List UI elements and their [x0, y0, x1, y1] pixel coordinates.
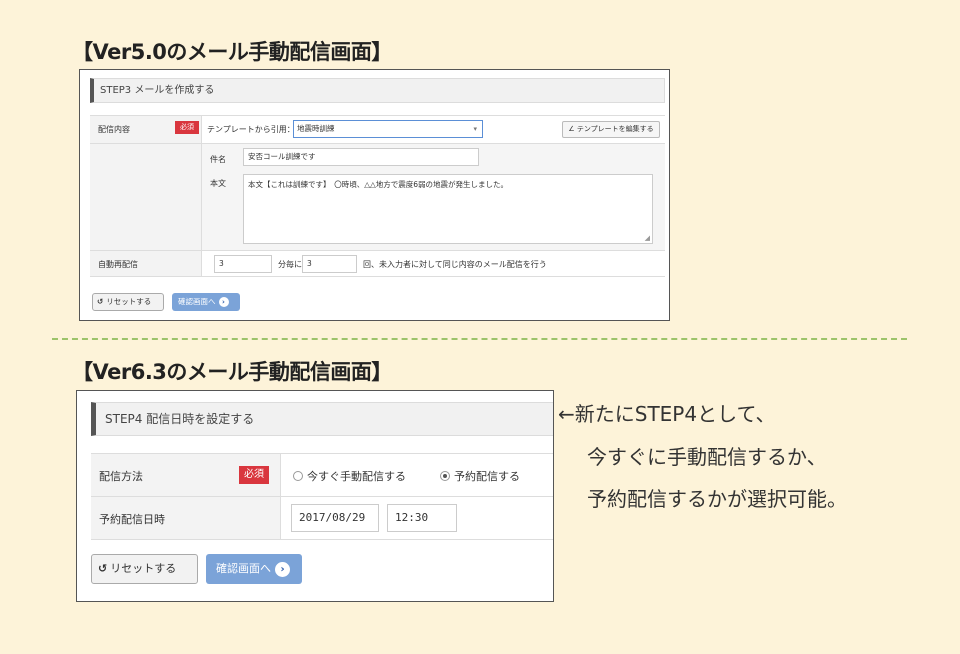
radio-icon	[293, 471, 303, 481]
chevron-down-icon: ▾	[473, 125, 477, 133]
v6-required-badge: 必須	[239, 466, 269, 484]
v6-schedule-label: 予約配信日時	[99, 513, 165, 526]
v5-screenshot: STEP3 メールを作成する 配信内容 必須 テンプレートから引用： 地震時訓練…	[79, 69, 670, 321]
v5-template-label: テンプレートから引用：	[207, 125, 295, 134]
section-heading-v5: 【Ver5.0のメール手動配信画面】	[72, 40, 392, 64]
annotation-line-1: ←新たにSTEP4として、	[558, 402, 776, 426]
v5-subject-input[interactable]: 安否コール訓練です	[243, 148, 479, 166]
v5-content-label: 配信内容	[98, 125, 130, 134]
radio-selected-icon	[440, 471, 450, 481]
v6-form: 配信方法 必須 今すぐ手動配信する 予約配信する 予約配信日時 2017/08/…	[91, 453, 553, 540]
v6-option-now[interactable]: 今すぐ手動配信する	[293, 468, 406, 484]
v6-step-title: STEP4 配信日時を設定する	[91, 402, 553, 436]
reset-icon: ↺	[97, 297, 104, 306]
resize-handle-icon[interactable]: ◢	[645, 234, 650, 242]
reset-icon: ↺	[98, 562, 108, 575]
arrow-right-circle-icon: ›	[275, 561, 290, 577]
v5-required-badge: 必須	[175, 121, 199, 134]
v6-confirm-button[interactable]: 確認画面へ ›	[206, 554, 302, 584]
v6-date-input[interactable]: 2017/08/29	[291, 504, 379, 532]
annotation-line-2: 今すぐに手動配信するか、	[587, 445, 827, 469]
v6-option-scheduled[interactable]: 予約配信する	[440, 468, 520, 484]
v5-body-label: 本文	[210, 179, 226, 188]
section-heading-v6: 【Ver6.3のメール手動配信画面】	[72, 360, 392, 384]
v6-time-input[interactable]: 12:30	[387, 504, 457, 532]
v5-body-textarea[interactable]: 本文【これは訓練です】 〇時頃、△△地方で震度6弱の地震が発生しました。 ◢	[243, 174, 653, 244]
v5-subject-label: 件名	[210, 155, 226, 164]
v5-reset-button[interactable]: ↺ リセットする	[92, 293, 164, 311]
v5-form: 配信内容 必須 テンプレートから引用： 地震時訓練 ▾ ∠ テンプレートを編集す…	[90, 115, 665, 277]
v5-edit-template-button[interactable]: ∠ テンプレートを編集する	[562, 121, 660, 138]
v6-screenshot: STEP4 配信日時を設定する 配信方法 必須 今すぐ手動配信する 予約配信する…	[76, 390, 554, 602]
v5-resend-interval-unit: 分毎に	[278, 260, 302, 269]
section-divider	[52, 338, 907, 340]
v5-template-select[interactable]: 地震時訓練 ▾	[293, 120, 483, 138]
v6-method-label: 配信方法	[99, 470, 143, 483]
v5-resend-label: 自動再配信	[98, 260, 138, 269]
v6-reset-button[interactable]: ↺ リセットする	[91, 554, 198, 584]
v5-resend-interval-input[interactable]: 3	[214, 255, 272, 273]
v5-confirm-button[interactable]: 確認画面へ ›	[172, 293, 240, 311]
v5-resend-suffix: 回、未入力者に対して同じ内容のメール配信を行う	[363, 260, 547, 269]
arrow-right-circle-icon: ›	[218, 297, 229, 307]
pencil-icon: ∠	[568, 125, 577, 133]
v5-step-title: STEP3 メールを作成する	[90, 78, 665, 103]
v5-resend-count-input[interactable]: 3	[302, 255, 357, 273]
annotation-line-3: 予約配信するかが選択可能。	[587, 487, 847, 511]
